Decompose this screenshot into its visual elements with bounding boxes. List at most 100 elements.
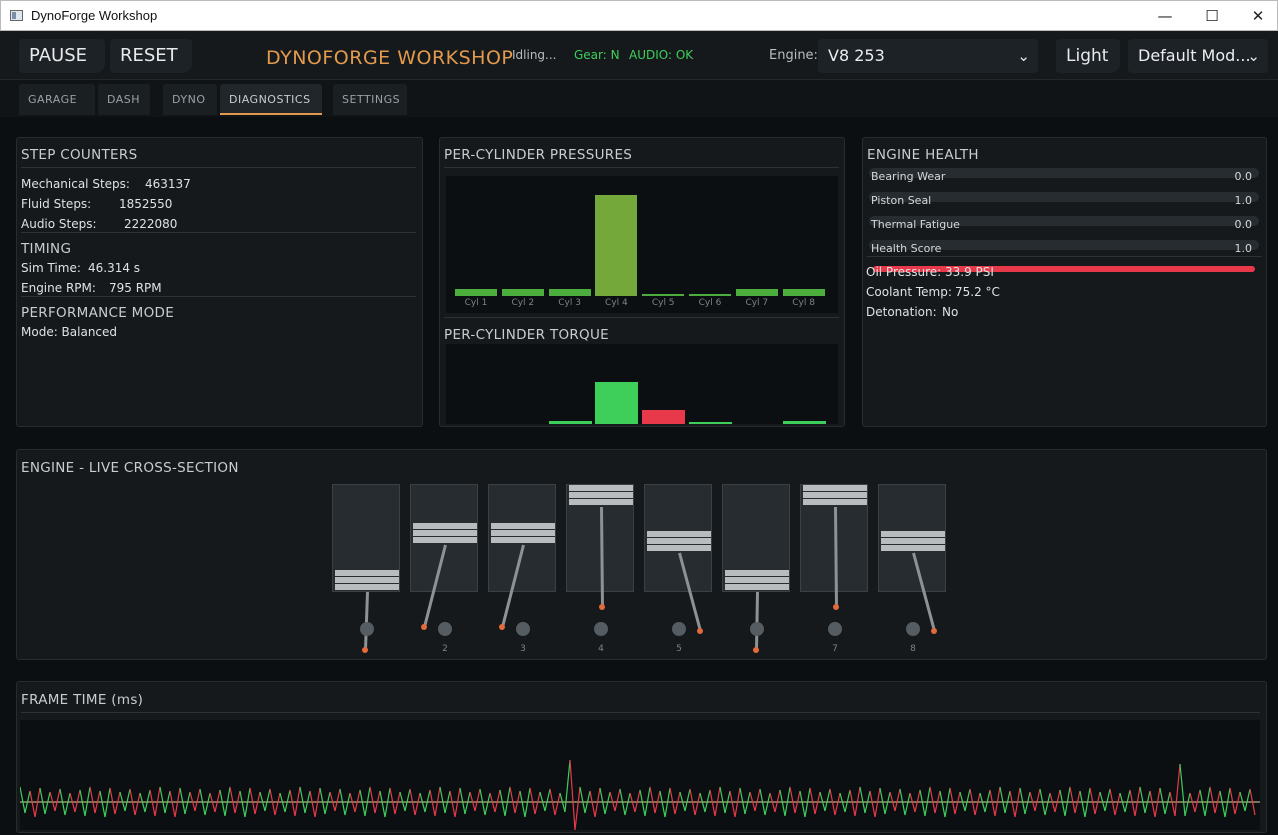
cylinder-number: 4 (598, 644, 604, 654)
cylinder-bore (332, 484, 400, 592)
cylinder-number: 2 (442, 644, 448, 654)
theme-button[interactable]: Light (1056, 39, 1120, 73)
pressure-tick-label: Cyl 8 (792, 298, 815, 308)
piston (803, 485, 867, 508)
coolant-temp-label: Coolant Temp: (866, 285, 952, 299)
status-text: Idling... (512, 48, 557, 62)
fluid-steps-label: Fluid Steps: (21, 197, 92, 211)
frame-time-plot-area (20, 720, 1260, 830)
engine-section-title: ENGINE - LIVE CROSS-SECTION (21, 460, 239, 476)
performance-title: PERFORMANCE MODE (21, 305, 175, 321)
piston (725, 570, 789, 593)
engine-select-value: V8 253 (828, 46, 885, 65)
crankshaft-journal (360, 622, 374, 636)
app-brand: DYNOFORGE WORKSHOP (266, 47, 514, 69)
tab-diagnostics[interactable]: DIAGNOSTICS (220, 84, 322, 115)
tab-dyno[interactable]: DYNO (163, 84, 217, 115)
frame-time-chart (20, 720, 1260, 830)
torque-bar (595, 382, 639, 424)
torque-title: PER-CYLINDER TORQUE (444, 327, 609, 343)
pressure-tick-label: Cyl 6 (698, 298, 722, 308)
health-bar-value: 1.0 (1234, 194, 1253, 207)
health-bar-value: 0.0 (1234, 170, 1253, 183)
minimize-button[interactable]: — (1142, 1, 1188, 31)
pressure-bar (735, 288, 778, 296)
mode-select[interactable]: Default Mod... ⌄ (1128, 39, 1268, 73)
cylinder-number: 8 (910, 644, 916, 654)
cylinder-number: 5 (676, 644, 682, 654)
piston (491, 523, 555, 546)
mechanical-steps-label: Mechanical Steps: (21, 177, 130, 191)
engine-health-title: ENGINE HEALTH (867, 147, 979, 163)
tab-bar: GARAGE DASH DYNO DIAGNOSTICS SETTINGS (0, 80, 1278, 117)
cylinder-charts-panel: PER-CYLINDER PRESSURES Cyl 1 Cyl 2 Cyl 3 Cy… (439, 137, 845, 427)
crank-pin (931, 628, 937, 634)
tab-garage[interactable]: GARAGE (19, 84, 95, 115)
pressure-bar (501, 288, 544, 296)
coolant-temp-value: 75.2 °C (955, 285, 1000, 299)
cylinder-bore (488, 484, 556, 592)
engine-health-panel: ENGINE HEALTH Bearing Wear 0.0 Piston Seal… (862, 137, 1267, 427)
piston (881, 531, 945, 554)
health-bar-name: Health Score (871, 242, 942, 255)
pressure-tick-label: Cyl 3 (558, 298, 581, 308)
sim-time-value: 46.314 s (88, 261, 141, 275)
pressure-chart: Cyl 1 Cyl 2 Cyl 3 Cyl 4 Cyl 5 Cyl 6 Cyl 7 Cyl 8 (446, 176, 838, 313)
pressure-bar (595, 195, 638, 296)
crankshaft-journal (594, 622, 608, 636)
tab-dash[interactable]: DASH (98, 84, 150, 115)
health-bar-name: Thermal Fatigue (871, 218, 960, 231)
frame-time-title: FRAME TIME (ms) (21, 692, 144, 708)
chevron-down-icon: ⌄ (1247, 47, 1260, 65)
toolbar: PAUSE RESET DYNOFORGE WORKSHOP Idling...… (0, 31, 1278, 80)
engine-cross-section-panel: ENGINE - LIVE CROSS-SECTION (16, 449, 1267, 660)
tab-settings[interactable]: SETTINGS (333, 84, 407, 115)
torque-bar (642, 409, 686, 424)
cylinder-bore (644, 484, 712, 592)
pressure-tick-label: Cyl 5 (651, 298, 675, 308)
crankshaft-journal (906, 622, 920, 636)
gear-indicator: Gear: N (574, 48, 620, 62)
window-title: DynoForge Workshop (31, 8, 158, 23)
step-counters-panel: STEP COUNTERS Mechanical Steps: 463137 F… (16, 137, 423, 427)
reset-button[interactable]: RESET (110, 39, 192, 73)
cylinder-number: 3 (520, 644, 526, 654)
cylinder-number: 7 (832, 644, 838, 654)
torque-chart (446, 344, 838, 424)
health-bar-value: 0.0 (1234, 218, 1253, 231)
engine-rpm-label: Engine RPM: (21, 281, 96, 295)
piston (413, 523, 477, 546)
mode-select-value: Default Mod... (1138, 46, 1251, 65)
health-bar-value: 1.0 (1234, 242, 1253, 255)
oil-pressure-label: Oil Pressure: (866, 265, 942, 279)
pressure-bar (689, 293, 731, 296)
pressure-bar (782, 288, 825, 296)
pressure-bar (548, 288, 591, 296)
piston (647, 531, 711, 554)
crank-pin (833, 604, 839, 610)
close-button[interactable]: ✕ (1235, 1, 1278, 31)
audio-status: AUDIO: OK (629, 48, 694, 62)
piston (569, 485, 633, 508)
crank-pin (599, 604, 605, 610)
window-titlebar: DynoForge Workshop — ☐ ✕ (0, 0, 1278, 31)
crankshaft-journal (672, 622, 686, 636)
pressure-tick-label: Cyl 1 (464, 298, 488, 308)
crankshaft-journal (828, 622, 842, 636)
pause-button[interactable]: PAUSE (19, 39, 105, 73)
sim-time-label: Sim Time: (21, 261, 81, 275)
crank-pin (697, 628, 703, 634)
detonation-value: No (942, 305, 959, 319)
pressure-tick-label: Cyl 7 (745, 298, 769, 308)
cylinder-bore (722, 484, 790, 592)
crank-pin (421, 624, 427, 630)
pressures-title: PER-CYLINDER PRESSURES (444, 147, 633, 163)
oil-pressure-value: 33.9 PSI (945, 265, 994, 279)
engine-select[interactable]: V8 253 ⌄ (818, 39, 1038, 73)
piston (335, 570, 399, 593)
torque-bar (548, 420, 592, 424)
pressure-bar (642, 293, 685, 296)
health-bar-name: Piston Seal (871, 194, 932, 207)
maximize-button[interactable]: ☐ (1189, 1, 1235, 31)
fluid-steps-value: 1852550 (119, 197, 173, 211)
